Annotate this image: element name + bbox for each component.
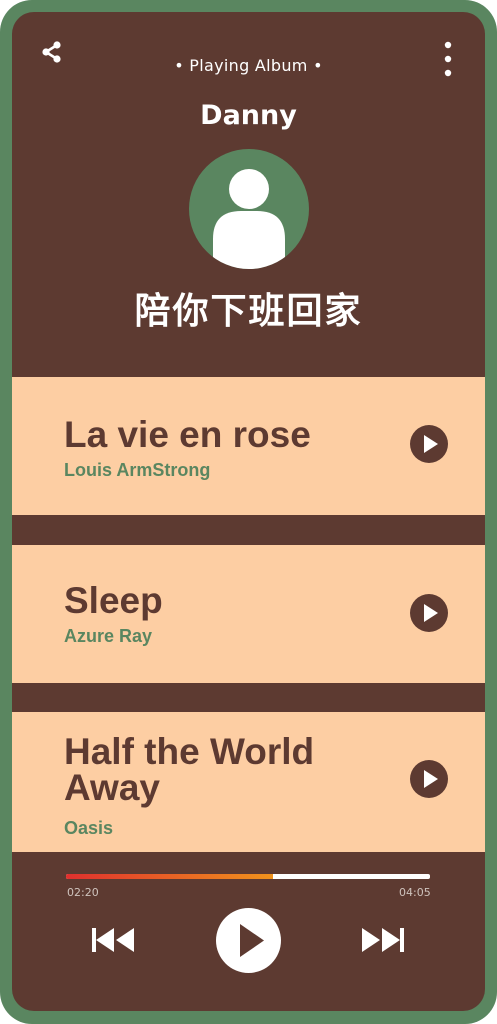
play-icon[interactable]	[410, 594, 448, 632]
skip-next-icon[interactable]	[358, 925, 406, 955]
track-title: La vie en rose	[64, 414, 311, 455]
playing-album-label: • Playing Album •	[174, 56, 323, 75]
progress-bar[interactable]	[66, 874, 430, 879]
track-item[interactable]: La vie en rose Louis ArmStrong	[12, 377, 485, 515]
track-artist: Oasis	[64, 818, 114, 838]
skip-previous-icon[interactable]	[90, 925, 138, 955]
user-avatar-icon	[189, 149, 309, 269]
total-time: 04:05	[399, 886, 431, 899]
play-icon[interactable]	[410, 425, 448, 463]
current-time: 02:20	[67, 886, 99, 899]
phone-frame: • Playing Album • Danny 陪你下班回家 La vie en…	[0, 0, 497, 1024]
more-vertical-icon[interactable]	[442, 40, 454, 80]
track-artist: Azure Ray	[64, 626, 153, 646]
play-icon[interactable]	[410, 760, 448, 798]
progress-fill	[66, 874, 274, 879]
track-artist: Louis ArmStrong	[64, 460, 211, 480]
play-icon	[240, 924, 264, 957]
play-pause-button[interactable]	[216, 908, 281, 973]
track-title: Half the World Away	[64, 731, 315, 808]
track-item[interactable]: Half the World Away Oasis	[12, 712, 485, 852]
artist-name: Danny	[200, 100, 297, 131]
track-title: Sleep	[64, 580, 163, 621]
album-title: 陪你下班回家	[134, 291, 363, 332]
track-item[interactable]: Sleep Azure Ray	[12, 545, 485, 683]
player-screen: • Playing Album • Danny 陪你下班回家 La vie en…	[12, 12, 485, 1011]
